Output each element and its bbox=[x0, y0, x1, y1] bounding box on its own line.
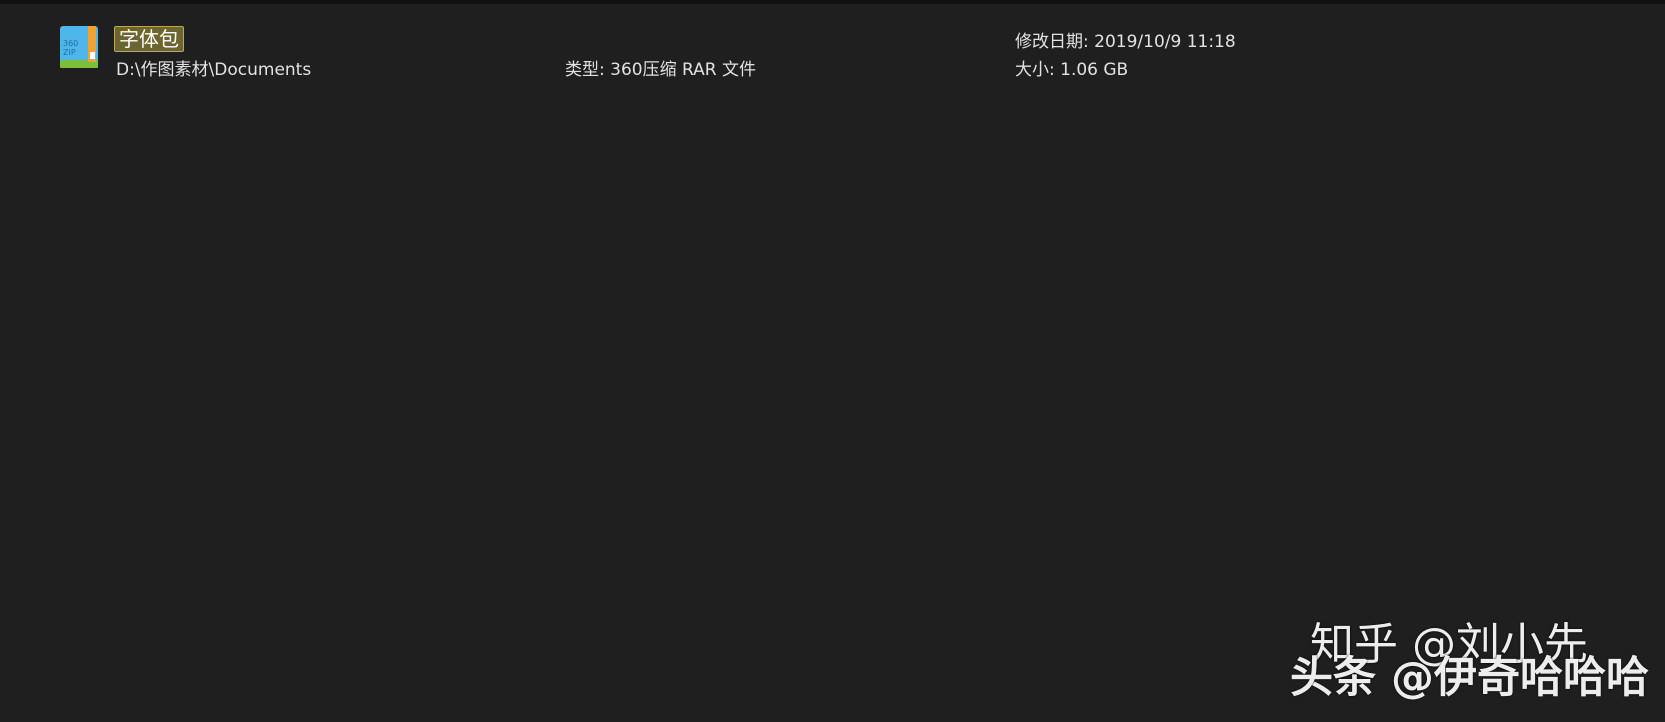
icon-bottom-text: ZIP bbox=[63, 48, 76, 57]
watermark-toutiao: 头条 @伊奇哈哈哈 bbox=[1290, 653, 1649, 703]
file-name-highlighted[interactable]: 字体包 bbox=[114, 26, 184, 52]
file-modified-date: 修改日期: 2019/10/9 11:18 bbox=[1015, 32, 1236, 52]
file-path: D:\作图素材\Documents bbox=[116, 60, 312, 80]
file-size: 大小: 1.06 GB bbox=[1015, 60, 1129, 80]
search-result-item[interactable]: 360 ZIP 字体包 D:\作图素材\Documents 类型: 360压缩 … bbox=[0, 12, 1665, 82]
window-top-border bbox=[0, 0, 1665, 4]
file-type: 类型: 360压缩 RAR 文件 bbox=[565, 60, 756, 80]
icon-top-text: 360 bbox=[63, 39, 78, 48]
archive-rar-icon[interactable]: 360 ZIP bbox=[56, 24, 104, 72]
